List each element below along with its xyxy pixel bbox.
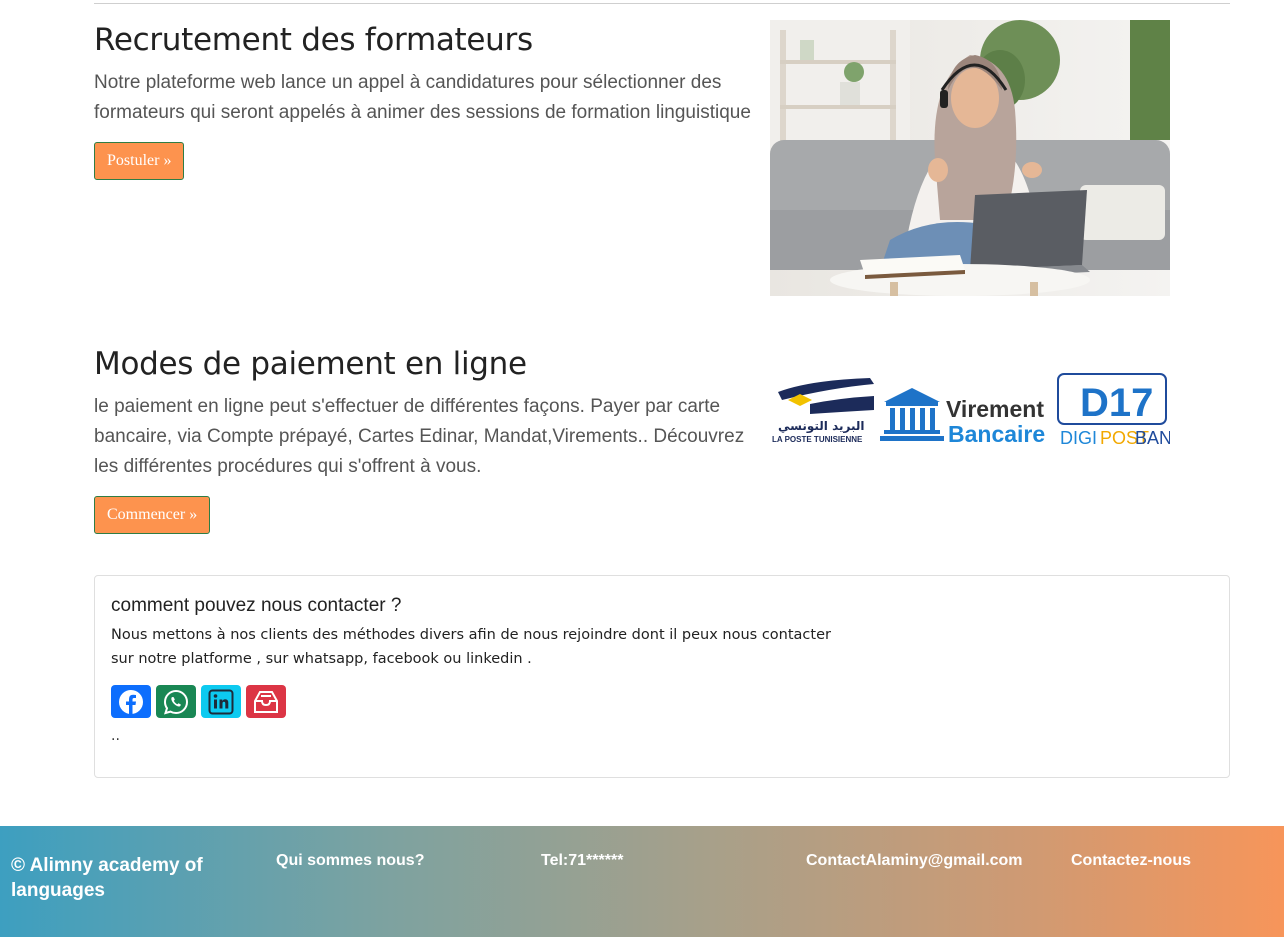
d17-logo: D17 DIGI POST BANK [1057,373,1184,448]
payment-methods-logos: البريد التونسي LA POSTE TUNISIENNE Virem… [770,370,1184,450]
facebook-icon [119,689,143,714]
d17-bank: BANK [1135,428,1170,448]
recruitment-title: Recrutement des formateurs [94,22,533,58]
footer-phone: Tel:71****** [541,852,624,869]
contact-title: comment pouvez nous contacter ? [111,595,402,616]
inbox-button[interactable] [246,685,286,718]
contact-text: Nous mettons à nos clients des méthodes … [111,627,831,667]
footer-brand: © Alimny academy of languages [11,855,203,901]
linkedin-button[interactable] [201,685,241,718]
recruitment-section: Recrutement des formateurs Notre platefo… [94,20,754,180]
la-poste-arabic: البريد التونسي [778,419,865,434]
bank-building-icon [880,388,944,441]
whatsapp-button[interactable] [156,685,196,718]
whatsapp-icon [163,689,188,714]
payment-section: Modes de paiement en ligne le paiement e… [94,344,754,534]
top-divider [94,3,1230,4]
virement-text: Virement [946,396,1044,422]
recruitment-text: Notre plateforme web lance un appel à ca… [94,72,751,123]
la-poste-logo: البريد التونسي LA POSTE TUNISIENNE [772,378,874,444]
d17-digi: DIGI [1060,428,1097,448]
footer-contact-link[interactable]: Contactez-nous [1071,852,1191,870]
facebook-button[interactable] [111,685,151,718]
inbox-icon [254,690,278,713]
start-button[interactable]: Commencer » [94,496,211,534]
footer-email-link[interactable]: ContactAlaminy@gmail.com [806,852,1023,870]
bancaire-text: Bancaire [948,421,1045,447]
contact-footnote: .. [111,728,120,744]
social-links [111,685,1213,718]
la-poste-french: LA POSTE TUNISIENNE [772,435,863,444]
payment-text: le paiement en ligne peut s'effectuer de… [94,396,745,477]
site-footer: © Alimny academy of languages Qui sommes… [0,826,1284,937]
d17-text: D17 [1080,381,1153,425]
contact-card: comment pouvez nous contacter ? Nous met… [94,575,1230,778]
footer-about-link[interactable]: Qui sommes nous? [276,852,424,870]
apply-button[interactable]: Postuler » [94,142,185,180]
payment-title: Modes de paiement en ligne [94,346,527,382]
linkedin-icon [208,689,234,714]
trainer-video-call-photo [770,20,1170,296]
